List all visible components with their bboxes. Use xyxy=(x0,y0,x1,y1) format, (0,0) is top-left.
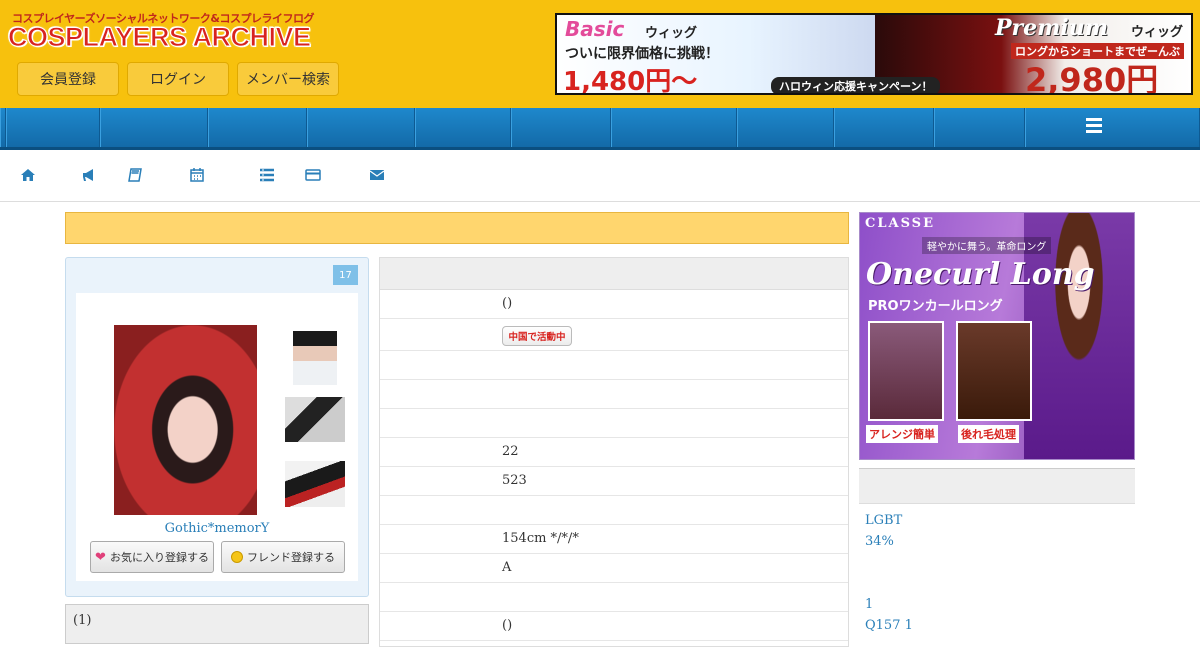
onecurl-long-ad[interactable]: CLASSE 軽やかに舞う。革命ロング Onecurl Long PROワンカー… xyxy=(859,212,1135,460)
book-icon[interactable] xyxy=(127,167,143,183)
ad-photo xyxy=(956,321,1032,421)
table-row: () xyxy=(380,612,848,641)
table-cell-value: () xyxy=(502,296,513,311)
right-link[interactable]: LGBT xyxy=(865,513,902,528)
right-panel-header xyxy=(859,468,1135,504)
wig-banner-ad[interactable]: Basic ウィッグ ついに限界価格に挑戦！ 1,480円～ Premium ウ… xyxy=(555,13,1193,95)
notice-bar xyxy=(65,212,849,244)
calendar-icon[interactable] xyxy=(189,167,205,183)
right-link[interactable]: 1 xyxy=(865,597,873,612)
sub-panel-header: (1) xyxy=(65,604,369,644)
heart-icon: ❤ xyxy=(95,549,106,565)
ad-subtitle: PROワンカールロング xyxy=(868,299,1003,314)
china-activity-badge: 中国で活動中 xyxy=(502,326,572,346)
table-cell-value: 154cm */*/* xyxy=(502,531,579,546)
table-row xyxy=(380,583,848,612)
ad-brand: CLASSE xyxy=(865,216,935,231)
nav-segment[interactable] xyxy=(611,108,737,147)
table-row: 22 xyxy=(380,438,848,467)
profile-thumbnail[interactable] xyxy=(293,325,337,385)
ad-photo xyxy=(868,321,944,421)
table-row xyxy=(380,380,848,409)
basic-price: 1,480円～ xyxy=(563,67,698,95)
add-favorite-button[interactable]: ❤ お気に入り登録する xyxy=(90,541,214,573)
site-logo[interactable]: COSPLAYERS ARCHIVE xyxy=(8,22,312,53)
profile-name-link[interactable]: Gothic*memorY xyxy=(76,521,358,536)
home-icon[interactable] xyxy=(20,167,36,183)
login-button[interactable]: ログイン xyxy=(127,62,229,96)
site-header: コスプレイヤーズソーシャルネットワーク&コスプレライフログ COSPLAYERS… xyxy=(0,0,1200,108)
basic-tagline: ついに限界価格に挑戦！ xyxy=(565,46,719,62)
credit-card-icon[interactable] xyxy=(305,167,321,183)
photo-count-badge: 17 xyxy=(333,265,358,285)
table-row xyxy=(380,496,848,525)
nav-segment[interactable] xyxy=(737,108,834,147)
main-nav-bar xyxy=(0,108,1200,150)
table-cell-value: 523 xyxy=(502,473,527,488)
table-cell-value: A xyxy=(502,560,512,575)
premium-price: 2,980円 xyxy=(1025,61,1159,95)
nav-segment[interactable] xyxy=(307,108,415,147)
ad-tagline: 軽やかに舞う。革命ロング xyxy=(922,237,1052,254)
basic-label: Basic xyxy=(565,17,625,41)
add-friend-button[interactable]: フレンド登録する xyxy=(221,541,345,573)
list-icon[interactable] xyxy=(259,167,275,183)
ad-feature-label: 後れ毛処理 xyxy=(958,425,1019,443)
profile-thumbnail[interactable] xyxy=(285,461,345,507)
add-favorite-label: お気に入り登録する xyxy=(109,551,209,564)
table-row: 154cm */*/* xyxy=(380,525,848,554)
profile-main-photo[interactable] xyxy=(114,325,257,515)
nav-segment[interactable] xyxy=(415,108,511,147)
nav-segment xyxy=(1025,108,1200,147)
ad-title: Onecurl Long xyxy=(866,257,1095,292)
profile-card: 17 Gothic*memorY ❤ お気に入り登録する フレンド登録する xyxy=(65,257,369,597)
sub-panel-title: (1) xyxy=(73,613,92,628)
table-cell-value: 22 xyxy=(502,444,519,459)
premium-label: Premium xyxy=(995,15,1109,41)
nav-segment[interactable] xyxy=(208,108,307,147)
premium-wig-label: ウィッグ xyxy=(1131,25,1184,40)
profile-info-table: () 中国で活動中 22 523 154cm */*/* A () xyxy=(379,257,849,647)
add-friend-label: フレンド登録する xyxy=(247,551,335,564)
envelope-icon[interactable] xyxy=(369,167,385,183)
basic-wig-label: ウィッグ xyxy=(645,26,698,41)
table-row: () xyxy=(380,290,848,319)
table-row: A xyxy=(380,554,848,583)
right-link[interactable]: Q157 1 xyxy=(865,618,913,633)
campaign-label: ハロウィン応援キャンペーン！ xyxy=(771,77,941,93)
nav-segment[interactable] xyxy=(934,108,1025,147)
hamburger-menu-icon[interactable] xyxy=(1086,118,1102,134)
icon-nav-bar xyxy=(0,151,1200,202)
megaphone-icon[interactable] xyxy=(81,167,97,183)
table-header xyxy=(380,258,848,290)
register-button[interactable]: 会員登録 xyxy=(17,62,119,96)
smiley-icon xyxy=(231,551,243,563)
member-search-button[interactable]: メンバー検索 xyxy=(237,62,339,96)
table-row: 523 xyxy=(380,467,848,496)
nav-segment[interactable] xyxy=(511,108,611,147)
nav-segment[interactable] xyxy=(834,108,934,147)
table-row: 中国で活動中 xyxy=(380,319,848,351)
nav-segment[interactable] xyxy=(6,108,100,147)
table-cell-value: () xyxy=(502,618,513,633)
profile-thumbnail[interactable] xyxy=(285,397,345,442)
table-row xyxy=(380,351,848,380)
ad-feature-label: アレンジ簡単 xyxy=(866,425,938,443)
nav-segment[interactable] xyxy=(100,108,208,147)
table-row xyxy=(380,409,848,438)
right-link[interactable]: 34% xyxy=(865,534,894,549)
profile-photo-area: Gothic*memorY ❤ お気に入り登録する フレンド登録する xyxy=(76,293,358,581)
